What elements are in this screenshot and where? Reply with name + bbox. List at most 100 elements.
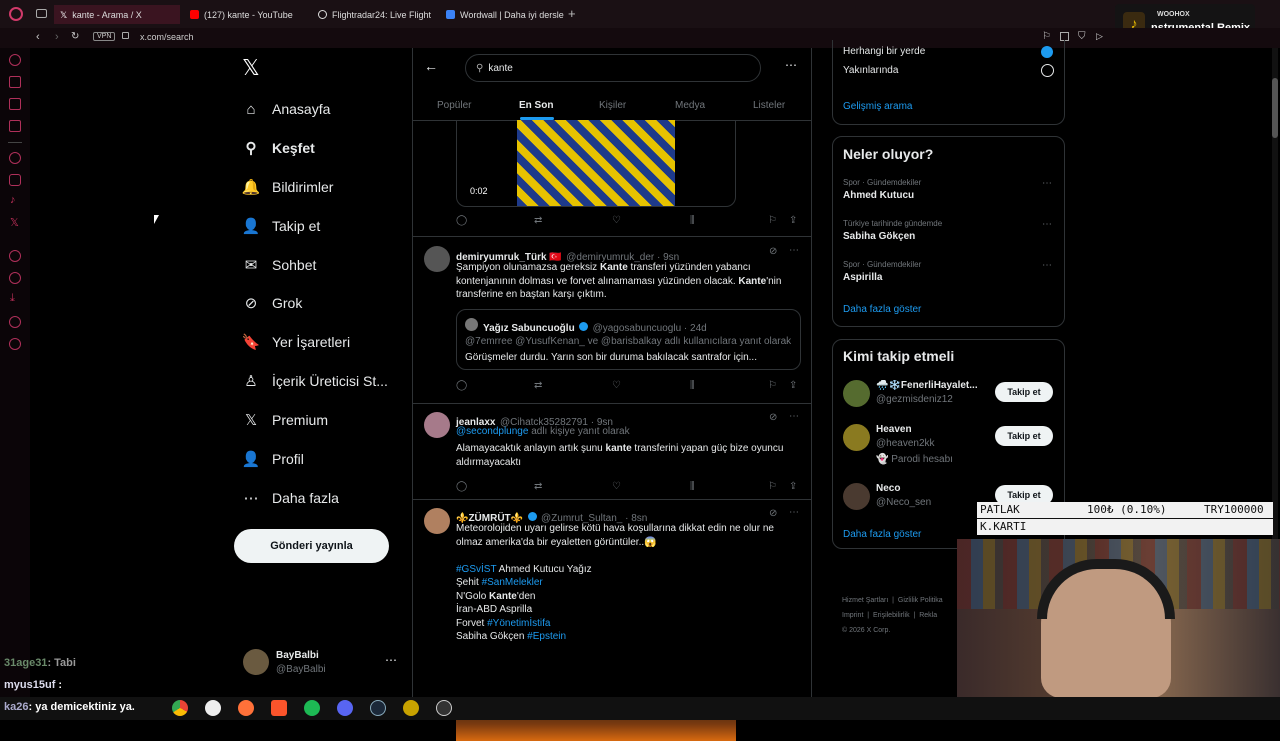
- more-icon[interactable]: ⋯: [1042, 178, 1052, 189]
- tab-kişiler[interactable]: Kişiler: [599, 100, 626, 111]
- chrome-icon[interactable]: [172, 700, 188, 716]
- tweet[interactable]: demiryumruk_Türk 🇹🇷 @demiryumruk_der · 9…: [413, 237, 811, 402]
- back-arrow-icon[interactable]: ←: [424, 58, 438, 74]
- tab-medya[interactable]: Medya: [675, 100, 705, 111]
- back-icon[interactable]: ‹: [36, 31, 40, 43]
- sidebar-item-takip-et[interactable]: 👤 Takip et: [242, 214, 321, 238]
- player-icon[interactable]: [9, 250, 21, 262]
- video-card[interactable]: 0:02: [456, 120, 736, 207]
- more-icon[interactable]: ⋯: [1042, 260, 1052, 271]
- follow-button[interactable]: Takip et: [995, 382, 1053, 402]
- discord-icon[interactable]: [337, 700, 353, 716]
- tab-x-search[interactable]: 𝕏 kante - Arama / X: [54, 5, 180, 24]
- bookmark-icon[interactable]: ⚐: [768, 380, 777, 391]
- views-icon[interactable]: ⫼: [690, 215, 695, 226]
- instagram-icon[interactable]: [9, 174, 21, 186]
- sidebar-item-profil[interactable]: 👤 Profil: [242, 447, 304, 471]
- forward-icon[interactable]: ›: [55, 31, 59, 43]
- trend-item[interactable]: Türkiye tarihinde gündemde Sabiha Gökçen…: [843, 219, 1058, 249]
- retweet-icon[interactable]: ⇄: [534, 215, 542, 226]
- sidebar-item-yer-i-şaretleri[interactable]: 🔖 Yer İşaretleri: [242, 330, 350, 354]
- download-icon[interactable]: ⤓: [10, 292, 15, 305]
- brave-icon[interactable]: [271, 700, 287, 716]
- bookmark-icon[interactable]: ⚐: [768, 481, 777, 492]
- sidebar-item-anasayfa[interactable]: ⌂ Anasayfa: [242, 97, 330, 121]
- share-icon[interactable]: ⇪: [789, 481, 797, 492]
- steam-icon[interactable]: [370, 700, 386, 716]
- footer-link[interactable]: Rekla: [919, 612, 937, 619]
- reload-icon[interactable]: ↻: [71, 31, 79, 42]
- footer-link[interactable]: Imprint: [842, 612, 863, 619]
- trend-item[interactable]: Spor · Gündemdekiler Ahmed Kutucu ⋯: [843, 178, 1058, 208]
- radio-unchecked-icon[interactable]: [1041, 64, 1054, 77]
- sidebar-app-icon[interactable]: [9, 98, 21, 110]
- like-icon[interactable]: ♡: [612, 380, 621, 391]
- firefox-icon[interactable]: [238, 700, 254, 716]
- sidebar-item-daha-fazla[interactable]: ⋯ Daha fazla: [242, 486, 339, 510]
- play-icon[interactable]: ▷: [1096, 31, 1103, 42]
- follow-suggestion[interactable]: Heaven @heaven2kk 👻 Parodi hesabı Takip …: [843, 423, 1058, 468]
- history-icon[interactable]: [9, 272, 21, 284]
- radio-checked-icon[interactable]: [1041, 46, 1053, 58]
- app-icon[interactable]: [403, 700, 419, 716]
- share-icon[interactable]: ⇪: [789, 215, 797, 226]
- reply-icon[interactable]: ◯: [456, 380, 467, 391]
- bookmark-icon[interactable]: ⚐: [768, 215, 777, 226]
- app-icon[interactable]: [205, 700, 221, 716]
- views-icon[interactable]: ⫼: [690, 481, 695, 492]
- obs-icon[interactable]: [436, 700, 452, 716]
- location-option-anywhere[interactable]: Herhangi bir yerde: [843, 46, 925, 57]
- chat-bubble-icon[interactable]: [9, 316, 21, 328]
- more-icon[interactable]: ⋯: [789, 507, 799, 518]
- tab-youtube[interactable]: (127) kante - YouTube: [184, 5, 308, 24]
- vpn-badge[interactable]: VPN: [93, 32, 116, 41]
- post-button[interactable]: Gönderi yayınla: [234, 529, 389, 563]
- share-icon[interactable]: ⇪: [789, 380, 797, 391]
- footer-link[interactable]: Hizmet Şartları: [842, 597, 888, 604]
- like-icon[interactable]: ♡: [612, 215, 621, 226]
- tab-wordwall[interactable]: Wordwall | Daha iyi dersle: [440, 5, 564, 24]
- settings-icon[interactable]: [9, 338, 21, 350]
- more-icon[interactable]: ⋯: [789, 245, 799, 256]
- views-icon[interactable]: ⫼: [690, 380, 695, 391]
- sidebar-item-grok[interactable]: ⊘ Grok: [242, 291, 303, 315]
- grok-icon[interactable]: ⊘: [769, 246, 777, 257]
- location-option-nearby[interactable]: Yakınlarında: [843, 65, 898, 76]
- x-logo-icon[interactable]: 𝕏: [242, 56, 260, 80]
- tab-overview-icon[interactable]: [36, 9, 47, 18]
- sidebar-app-icon[interactable]: [9, 120, 21, 132]
- show-more-link[interactable]: Daha fazla göster: [843, 529, 921, 540]
- spotify-icon[interactable]: [304, 700, 320, 716]
- sidebar-item-i-çerik-üreticisi-st-[interactable]: ♙ İçerik Üreticisi St...: [242, 369, 388, 393]
- sidebar-item-premium[interactable]: 𝕏 Premium: [242, 408, 328, 432]
- reply-mention[interactable]: @secondplunge: [456, 426, 528, 437]
- sidebar-item-keşfet[interactable]: ⚲ Keşfet: [242, 136, 315, 160]
- tab-en-son[interactable]: En Son: [519, 100, 553, 111]
- show-more-link[interactable]: Daha fazla göster: [843, 304, 921, 315]
- footer-link[interactable]: Erişilebilirlik: [873, 612, 910, 619]
- like-icon[interactable]: ♡: [612, 481, 621, 492]
- more-icon[interactable]: ⋯: [1042, 219, 1052, 230]
- quote-tweet[interactable]: Yağız Sabuncuoğlu @yagosabuncuoglu · 24d…: [456, 309, 801, 370]
- tweet[interactable]: jeanlaxx @Cihatck35282791 · 9sn ⊘ ⋯ @sec…: [413, 404, 811, 499]
- account-switcher[interactable]: BayBalbi @BayBalbi ⋯: [240, 645, 405, 681]
- reply-icon[interactable]: ◯: [456, 215, 467, 226]
- search-input[interactable]: ⚲ kante: [465, 54, 761, 82]
- grok-icon[interactable]: ⊘: [769, 412, 777, 423]
- reply-icon[interactable]: ◯: [456, 481, 467, 492]
- sidebar-app-icon[interactable]: [9, 54, 21, 66]
- retweet-icon[interactable]: ⇄: [534, 481, 542, 492]
- follow-button[interactable]: Takip et: [995, 426, 1053, 446]
- browser-logo-icon[interactable]: [9, 7, 23, 21]
- trend-item[interactable]: Spor · Gündemdekiler Aspirilla ⋯: [843, 260, 1058, 290]
- footer-link[interactable]: Gizlilik Politika: [898, 597, 943, 604]
- more-icon[interactable]: ⋯: [385, 653, 397, 667]
- advanced-search-link[interactable]: Gelişmiş arama: [843, 101, 912, 112]
- x-sidebar-icon[interactable]: 𝕏: [10, 216, 19, 229]
- tweet[interactable]: ⚜️ZÜMRÜT⚜️ @Zumrut_Sultan_ · 8sn ⊘ ⋯ Met…: [413, 500, 811, 741]
- scrollbar-thumb[interactable]: [1272, 78, 1278, 138]
- more-icon[interactable]: ⋯: [789, 411, 799, 422]
- new-tab-button[interactable]: +: [568, 6, 576, 21]
- tab-flightradar[interactable]: Flightradar24: Live Flight: [312, 5, 436, 24]
- tab-popüler[interactable]: Popüler: [437, 100, 471, 111]
